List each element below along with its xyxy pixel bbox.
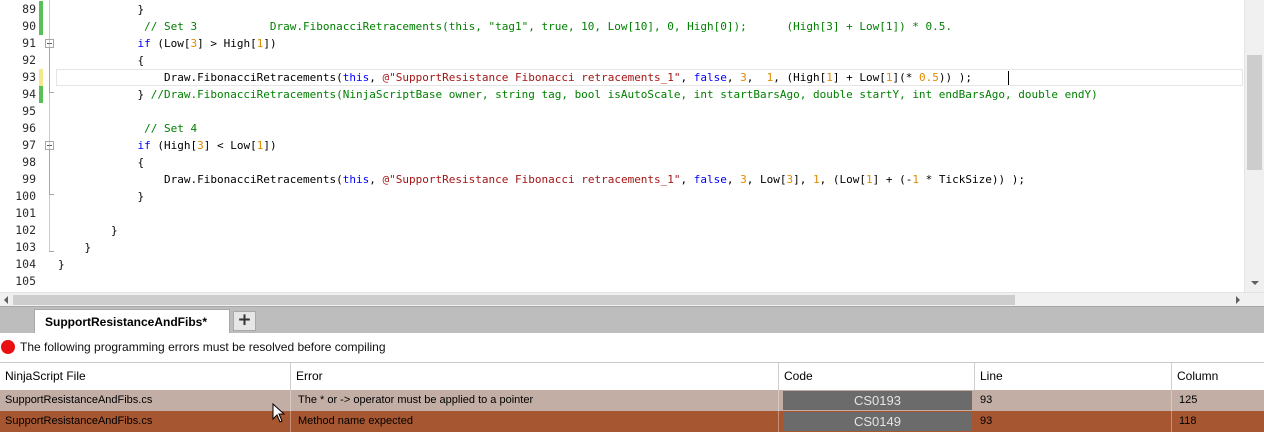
column-header-file[interactable]: NinjaScript File	[0, 363, 291, 390]
mouse-pointer-icon	[272, 403, 286, 423]
line-number: 101	[15, 206, 36, 220]
line-number: 105	[15, 274, 36, 288]
code-line-98[interactable]: 98 {	[0, 154, 1244, 171]
error-line-cell: 93	[975, 411, 1172, 432]
line-number: 97	[22, 138, 36, 152]
code-text[interactable]: }	[58, 188, 144, 205]
vertical-scroll-thumb[interactable]	[1247, 55, 1262, 170]
code-text[interactable]: if (Low[3] > High[1])	[58, 35, 276, 52]
code-line-105[interactable]: 105	[0, 273, 1244, 290]
code-text[interactable]: {	[58, 154, 144, 171]
code-line-90[interactable]: 90 // Set 3 Draw.FibonacciRetracements(t…	[0, 18, 1244, 35]
error-code-cell: CS0193	[783, 391, 972, 410]
code-text[interactable]: Draw.FibonacciRetracements(this, @"Suppo…	[58, 69, 972, 86]
error-file-cell: SupportResistanceAndFibs.cs	[0, 390, 291, 411]
code-line-89[interactable]: 89 }	[0, 1, 1244, 18]
unsaved-change-marker	[39, 69, 43, 86]
line-number: 98	[22, 155, 36, 169]
code-text[interactable]: // Set 3 Draw.FibonacciRetracements(this…	[58, 18, 952, 35]
fold-guide-line	[49, 0, 50, 251]
line-number: 91	[22, 36, 36, 50]
code-line-95[interactable]: 95	[0, 103, 1244, 120]
tab-supportresistanceandfibs[interactable]: SupportResistanceAndFibs*	[34, 309, 230, 334]
scroll-down-arrow-icon[interactable]	[1251, 281, 1259, 285]
saved-change-marker	[39, 18, 43, 35]
empty-row	[0, 432, 1264, 445]
code-line-92[interactable]: 92 {	[0, 52, 1244, 69]
line-number: 99	[22, 172, 36, 186]
editor-tab-strip: SupportResistanceAndFibs* +	[0, 306, 1264, 334]
code-line-94[interactable]: 94 } //Draw.FibonacciRetracements(NinjaS…	[0, 86, 1244, 103]
table-row[interactable]: SupportResistanceAndFibs.cs Method name …	[0, 411, 1264, 432]
code-text[interactable]: }	[58, 239, 91, 256]
column-header-line[interactable]: Line	[975, 363, 1172, 390]
error-line-cell: 93	[975, 390, 1172, 411]
line-number: 100	[15, 189, 36, 203]
code-line-91[interactable]: 91 if (Low[3] > High[1])	[0, 35, 1244, 52]
code-line-96[interactable]: 96 // Set 4	[0, 120, 1244, 137]
line-number: 90	[22, 19, 36, 33]
error-column-cell: 118	[1179, 415, 1197, 427]
fold-guide-end	[49, 251, 54, 252]
error-banner-text: The following programming errors must be…	[20, 340, 386, 354]
code-text[interactable]: // Set 4	[58, 120, 197, 137]
vertical-scrollbar[interactable]	[1244, 0, 1264, 292]
table-row[interactable]: SupportResistanceAndFibs.cs The * or -> …	[0, 390, 1264, 411]
code-text[interactable]: if (High[3] < Low[1])	[58, 137, 276, 154]
line-number: 104	[15, 257, 36, 271]
line-number: 89	[22, 2, 36, 16]
code-text[interactable]: }	[58, 222, 118, 239]
error-file-cell: SupportResistanceAndFibs.cs	[0, 411, 291, 432]
line-number: 94	[22, 87, 36, 101]
horizontal-scrollbar[interactable]	[0, 292, 1264, 306]
compile-error-banner: The following programming errors must be…	[0, 333, 1264, 362]
code-line-97[interactable]: 97 if (High[3] < Low[1])	[0, 137, 1244, 154]
column-header-error[interactable]: Error	[291, 363, 779, 390]
saved-change-marker	[39, 86, 43, 103]
code-text[interactable]: {	[58, 52, 144, 69]
saved-change-marker	[39, 1, 43, 18]
column-header-column[interactable]: Column	[1172, 363, 1264, 390]
code-text[interactable]: } //Draw.FibonacciRetracements(NinjaScri…	[58, 86, 1097, 103]
line-number: 95	[22, 104, 36, 118]
error-message-cell: Method name expected	[293, 411, 779, 432]
code-line-101[interactable]: 101	[0, 205, 1244, 222]
code-line-102[interactable]: 102 }	[0, 222, 1244, 239]
code-line-103[interactable]: 103 }	[0, 239, 1244, 256]
line-number: 93	[22, 70, 36, 84]
column-header-code[interactable]: Code	[779, 363, 975, 390]
code-line-104[interactable]: 104}	[0, 256, 1244, 273]
line-number: 103	[15, 240, 36, 254]
code-text[interactable]: }	[58, 1, 144, 18]
error-grid: NinjaScript File Error Code Line Column …	[0, 362, 1264, 445]
code-line-100[interactable]: 100 }	[0, 188, 1244, 205]
error-code-cell: CS0149	[783, 412, 972, 431]
code-text[interactable]: }	[58, 256, 65, 273]
code-line-93[interactable]: 93 Draw.FibonacciRetracements(this, @"Su…	[0, 69, 1244, 86]
add-tab-button[interactable]: +	[233, 311, 256, 331]
code-line-99[interactable]: 99 Draw.FibonacciRetracements(this, @"Su…	[0, 171, 1244, 188]
error-column-cell: 125	[1179, 394, 1198, 406]
error-dot-icon	[1, 340, 15, 354]
horizontal-scroll-thumb[interactable]	[13, 295, 1015, 305]
line-number: 92	[22, 53, 36, 67]
scroll-right-arrow-icon[interactable]	[1236, 296, 1240, 304]
code-editor[interactable]: 89 } 90 // Set 3 Draw.FibonacciRetracemen…	[0, 0, 1264, 292]
line-number: 96	[22, 121, 36, 135]
error-message-cell: The * or -> operator must be applied to …	[293, 390, 779, 411]
line-number: 102	[15, 223, 36, 237]
scroll-left-arrow-icon[interactable]	[4, 296, 8, 304]
code-text[interactable]: Draw.FibonacciRetracements(this, @"Suppo…	[58, 171, 1025, 188]
text-caret	[1008, 71, 1009, 85]
